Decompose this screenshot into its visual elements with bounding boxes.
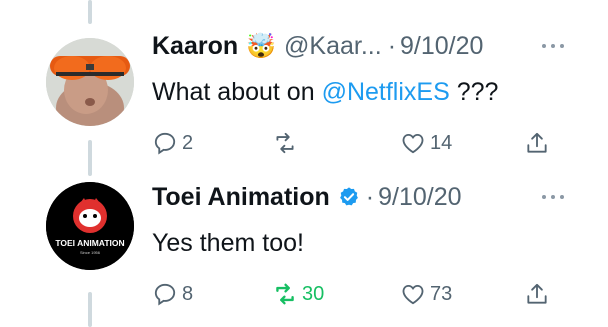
retweet-count: 30 [302,282,325,305]
tweet-header: Toei Animation · 9/10/20 [152,183,462,219]
reply-icon [154,132,176,155]
separator: · [365,183,375,211]
share-button[interactable] [524,130,550,156]
retweet-button[interactable]: 30 [272,281,324,307]
avatar-toei-animation[interactable]: TOEI ANIMATION Since 1956 [46,182,134,270]
timestamp[interactable]: 9/10/20 [378,183,461,212]
reply-count: 2 [182,131,194,154]
share-icon [527,283,547,304]
display-name[interactable]: Toei Animation [152,183,330,212]
tweet-text: Yes them too! [152,229,304,257]
retweet-icon [276,132,294,154]
logo-subtext: Since 1956 [80,250,101,255]
more-options-icon[interactable] [542,195,564,199]
tweet-text-part: ??? [449,78,499,106]
like-button[interactable]: 73 [400,281,452,307]
heart-icon [402,284,424,305]
retweet-button[interactable] [272,130,302,156]
display-name[interactable]: Kaaron [152,32,238,61]
tweet-text-part: What about on [152,78,322,106]
verified-badge-icon [339,187,358,206]
avatar-kaaron[interactable] [46,38,134,126]
timestamp[interactable]: 9/10/20 [400,32,483,61]
avatar-kaaron-image [46,38,134,126]
tweet-toei-animation[interactable]: TOEI ANIMATION Since 1956 Toei Animation… [0,177,608,327]
thread-line-top [88,0,92,24]
reply-button[interactable]: 8 [152,281,193,307]
mention-link[interactable]: @NetflixES [322,78,450,106]
share-button[interactable] [524,281,550,307]
tweet-kaaron[interactable]: Kaaron 🤯 @Kaar... · 9/10/20 What about o… [0,26,608,176]
reply-icon [154,283,176,306]
heart-icon [402,133,424,154]
handle[interactable]: @Kaar... [284,32,382,61]
separator: · [387,32,397,60]
like-count: 14 [430,131,453,154]
tweet-actions: 2 14 [152,130,562,160]
reply-button[interactable]: 2 [152,130,193,156]
emoji-exploding-head-icon: 🤯 [246,33,277,60]
tweet-header: Kaaron 🤯 @Kaar... · 9/10/20 [152,32,483,68]
toei-animation-logo: TOEI ANIMATION Since 1956 [46,182,134,270]
retweet-icon [276,283,294,305]
logo-text: TOEI ANIMATION [55,238,124,248]
like-button[interactable]: 14 [400,130,452,156]
share-icon [527,132,547,153]
tweet-actions: 8 30 73 [152,281,562,311]
reply-count: 8 [182,282,194,305]
like-count: 73 [430,282,453,305]
more-options-icon[interactable] [542,44,564,48]
tweet-text: What about on @NetflixES ??? [152,78,498,107]
